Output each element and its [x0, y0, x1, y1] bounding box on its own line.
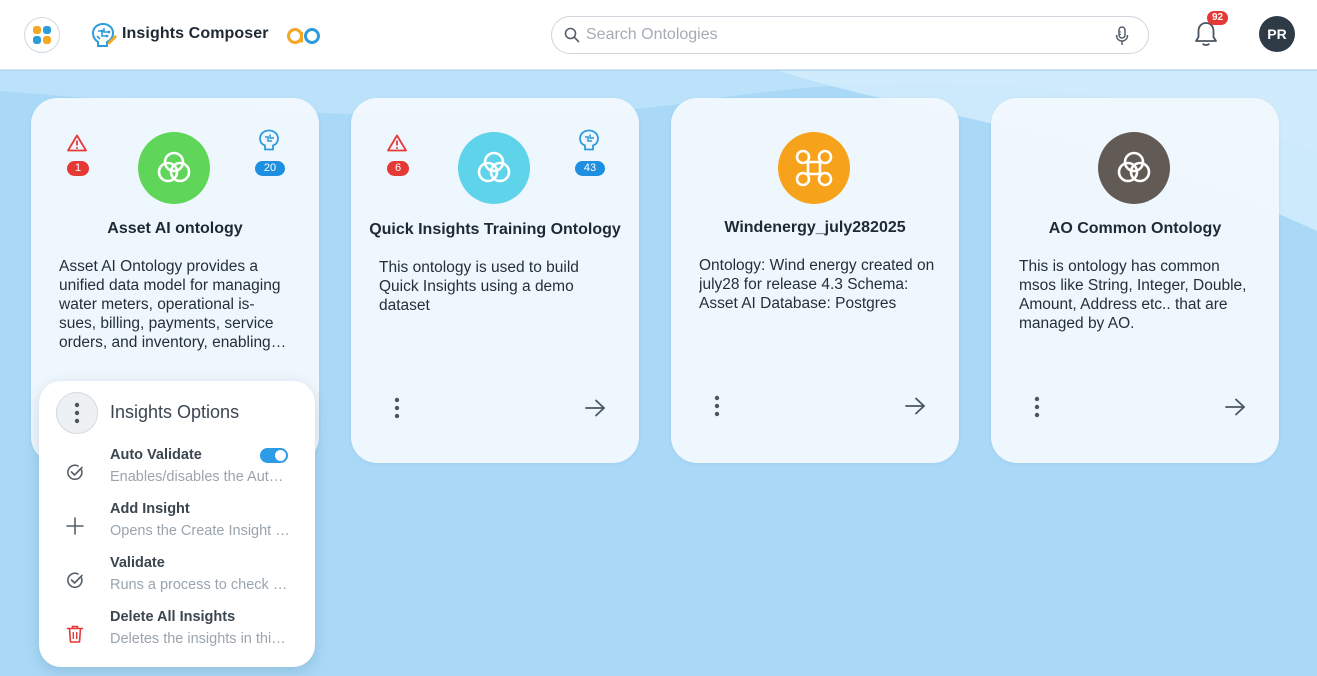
ontology-avatar: [138, 132, 210, 204]
options-menu-title: Insights Options: [110, 402, 240, 422]
check-circle-icon: [67, 572, 83, 589]
kebab-menu-icon: [714, 395, 720, 417]
apps-grid-icon: [33, 26, 51, 44]
ontology-description: This is ontology has common msos like St…: [1019, 258, 1247, 332]
top-header: Insights Composer 92 PR: [0, 0, 1317, 70]
menu-item-description: Enables/disables the Auto Validate featu…: [110, 469, 290, 485]
toggle-knob: [275, 450, 286, 461]
open-ontology-button[interactable]: [1223, 395, 1247, 419]
open-ontology-button[interactable]: [903, 394, 927, 418]
kebab-menu-icon: [74, 402, 80, 424]
menu-item-description: Deletes the insights in this ontology: [110, 631, 290, 647]
ontology-title: Quick Insights Training Ontology: [369, 221, 621, 238]
user-avatar[interactable]: PR: [1259, 16, 1295, 52]
menu-item-label: Validate: [110, 555, 165, 571]
arrow-right-icon: [1225, 398, 1245, 416]
menu-item-auto-validate[interactable]: Auto Validate Enables/disables the Auto …: [39, 447, 315, 493]
insight-count-badge: 43: [575, 161, 605, 176]
notification-count-badge: 92: [1207, 11, 1228, 25]
menu-item-label: Delete All Insights: [110, 609, 236, 625]
microphone-icon[interactable]: [1114, 26, 1130, 46]
search-icon: [564, 27, 580, 43]
drone-icon: [795, 149, 833, 187]
ontology-card-quick-insights[interactable]: 6 43 Quick Insights Training Ontology Th…: [351, 98, 639, 463]
kebab-menu-icon: [394, 397, 400, 419]
menu-item-add-insight[interactable]: Add Insight Opens the Create Insight dia…: [39, 501, 315, 547]
menu-item-delete-all-insights[interactable]: Delete All Insights Deletes the insights…: [39, 609, 315, 655]
ontology-card-windenergy[interactable]: Windenergy_july282025 Ontology: Wind ene…: [671, 98, 959, 463]
venn-icon: [477, 151, 511, 183]
ontology-avatar: [458, 132, 530, 204]
menu-item-validate[interactable]: Validate Runs a process to check insight…: [39, 555, 315, 601]
ao-logo: [287, 28, 320, 44]
menu-item-label: Auto Validate: [110, 447, 202, 463]
auto-validate-toggle[interactable]: [260, 448, 288, 463]
check-circle-icon: [67, 464, 83, 481]
brain-insights-icon: [579, 129, 599, 151]
warning-count-badge: 1: [67, 161, 89, 176]
ontology-avatar: [1098, 132, 1170, 204]
ontology-title: AO Common Ontology: [1048, 220, 1222, 237]
menu-item-description: Opens the Create Insight dialog: [110, 523, 290, 539]
ontology-card-ao-common[interactable]: AO Common Ontology This is ontology has …: [991, 98, 1279, 463]
app-title: Insights Composer: [122, 25, 269, 42]
ontology-avatar: [778, 132, 850, 204]
open-ontology-button[interactable]: [583, 396, 607, 420]
arrow-right-icon: [905, 397, 925, 415]
menu-item-label: Add Insight: [110, 501, 190, 517]
ontology-description: This ontology is used to build Quick Ins…: [379, 259, 579, 314]
card-options-button[interactable]: [705, 394, 729, 418]
kebab-menu-icon: [1034, 396, 1040, 418]
menu-item-description: Runs a process to check insights: [110, 577, 290, 593]
brain-insights-icon: [259, 129, 279, 151]
card-options-button[interactable]: [385, 396, 409, 420]
search-bar: [551, 16, 1149, 54]
insights-options-menu: Insights Options Auto Validate Enables/d…: [39, 381, 315, 667]
warning-icon: [387, 134, 407, 152]
options-menu-toggle-button[interactable]: [56, 392, 98, 434]
app-launcher-button[interactable]: [24, 17, 60, 53]
warning-count-badge: 6: [387, 161, 409, 176]
trash-icon: [66, 625, 84, 643]
ontology-description: Asset AI Ontology provides a unified dat…: [59, 258, 281, 351]
arrow-right-icon: [585, 399, 605, 417]
ontology-title: Asset AI ontology: [107, 220, 243, 237]
search-input[interactable]: [586, 23, 1096, 47]
warning-icon: [67, 134, 87, 152]
insight-count-badge: 20: [255, 161, 285, 176]
ontology-description: Ontology: Wind energy created on july28 …: [699, 257, 935, 312]
ontology-title: Windenergy_july282025: [724, 219, 906, 236]
venn-icon: [157, 151, 191, 183]
plus-icon: [66, 517, 84, 535]
brain-logo-icon: [91, 22, 117, 47]
venn-icon: [1117, 151, 1151, 183]
card-options-button[interactable]: [1025, 395, 1049, 419]
